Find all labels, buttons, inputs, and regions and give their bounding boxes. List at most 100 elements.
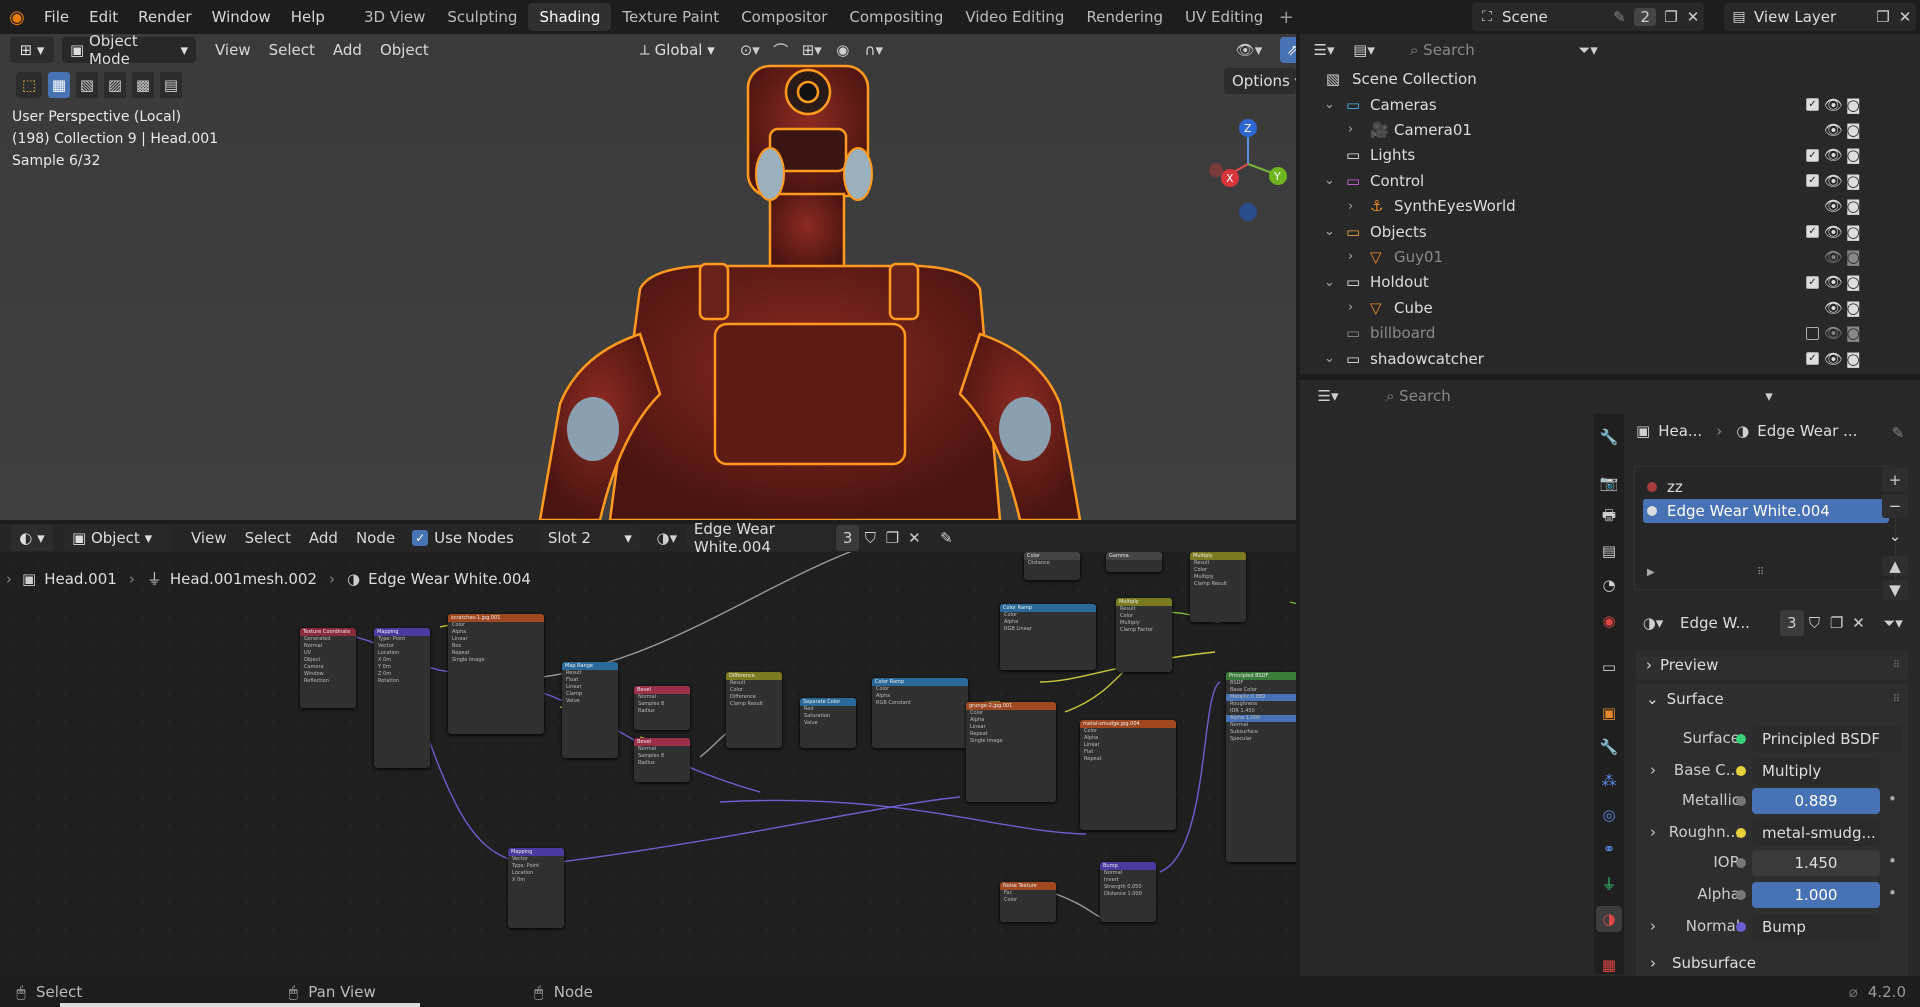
- eye-icon[interactable]: 👁: [1824, 96, 1843, 114]
- node-map-range[interactable]: Map Range Result Float Linear Clamp Value: [562, 662, 618, 758]
- eye-icon[interactable]: 👁: [1824, 324, 1843, 342]
- object-tab-icon[interactable]: ▣: [1596, 700, 1622, 726]
- node-menu-view[interactable]: View: [182, 525, 236, 551]
- delete-scene-icon[interactable]: ✕: [1682, 8, 1704, 26]
- pivot-icon[interactable]: ⊙▾: [732, 41, 768, 59]
- menu-file[interactable]: File: [34, 0, 79, 34]
- node-color-ramp-2[interactable]: Color Ramp Color Alpha RGB Linear: [1000, 604, 1096, 670]
- use-nodes-checkbox[interactable]: ✓: [412, 530, 429, 546]
- menu-render[interactable]: Render: [128, 0, 201, 34]
- material-slot-item[interactable]: zz: [1643, 475, 1889, 499]
- camera-render-icon[interactable]: ◙: [1846, 324, 1861, 342]
- falloff-icon[interactable]: ∩▾: [856, 41, 892, 59]
- tab-compositor[interactable]: Compositor: [730, 3, 838, 31]
- tab-3d-view[interactable]: 3D View: [353, 3, 436, 31]
- delete-view-layer-icon[interactable]: ✕: [1894, 8, 1916, 26]
- node-mapping-2[interactable]: Mapping Vector Type: Point Location X 0m: [508, 848, 564, 928]
- material-users[interactable]: 3: [835, 525, 860, 551]
- node-mapping[interactable]: Mapping Type: Point Vector Location X 0m Y 0m…: [374, 628, 430, 768]
- property-value-field[interactable]: Bump: [1752, 914, 1880, 940]
- node-separate-color[interactable]: Separate Color Red Saturation Value: [800, 698, 856, 748]
- output-tab-icon[interactable]: 🖶: [1596, 504, 1622, 530]
- node-image-grunge[interactable]: grunge-2.jpg.001 Color Alpha Linear Repeat Si…: [966, 702, 1056, 802]
- eye-icon[interactable]: 👁: [1824, 197, 1843, 215]
- new-scene-icon[interactable]: ❐: [1660, 8, 1682, 26]
- outliner-row[interactable]: › ▽ Guy01 👁 ◙: [1300, 244, 1920, 269]
- material-link-filter-icon[interactable]: ⏷▾: [1874, 612, 1912, 634]
- material-name-field[interactable]: Edge Wear White.004: [685, 520, 834, 556]
- render-tab-icon[interactable]: 📷: [1596, 470, 1622, 496]
- property-value-field[interactable]: 1.450: [1752, 850, 1880, 876]
- navigation-gizmo[interactable]: Z Y X: [1200, 84, 1296, 244]
- node-texture-coordinate[interactable]: Texture Coordinate Generated Normal UV Objec…: [300, 628, 356, 708]
- outliner-row[interactable]: ⌄ ▭ Cameras ✓ 👁 ◙: [1300, 92, 1920, 117]
- tab-sculpting[interactable]: Sculpting: [436, 3, 528, 31]
- physics-tab-icon[interactable]: ◎: [1596, 802, 1622, 828]
- outliner-scene-collection[interactable]: ▧ Scene Collection: [1300, 66, 1920, 91]
- node-difference[interactable]: Difference Result Color Difference Clamp Res…: [726, 672, 782, 748]
- resize-grip-icon[interactable]: ⠿: [1757, 567, 1764, 578]
- remove-slot-icon[interactable]: −: [1882, 494, 1908, 518]
- exclude-checkbox[interactable]: ✓: [1806, 148, 1819, 162]
- select-intersect-icon[interactable]: ▤: [160, 72, 182, 98]
- blender-logo-icon[interactable]: ◉: [0, 0, 34, 34]
- duplicate-material-icon[interactable]: ❐: [1826, 614, 1848, 632]
- menu-edit[interactable]: Edit: [79, 0, 128, 34]
- texture-tab-icon[interactable]: ▦: [1596, 952, 1622, 978]
- 3d-viewport[interactable]: ⊞ ▾ ▣ Object Mode ▾ View Select Add Obje…: [0, 34, 1296, 520]
- socket-dot-icon[interactable]: [1736, 734, 1746, 744]
- outliner-row[interactable]: › ▽ Cube 👁 ◙: [1300, 295, 1920, 320]
- display-mode-icon[interactable]: ▤▾: [1344, 41, 1384, 59]
- node-principled-bsdf[interactable]: Principled BSDF BSDF Base Color Metallic 0.…: [1226, 672, 1296, 862]
- snap-target-icon[interactable]: ⊞▾: [794, 41, 830, 59]
- outliner-row[interactable]: › 🎥 Camera01 👁 ◙: [1300, 117, 1920, 142]
- socket-dot-icon[interactable]: [1736, 766, 1746, 776]
- eye-icon[interactable]: 👁: [1824, 299, 1843, 317]
- material-browse-icon[interactable]: ◑▾: [1636, 614, 1670, 632]
- camera-render-icon[interactable]: ◙: [1846, 146, 1861, 164]
- tab-shading[interactable]: Shading: [528, 3, 612, 31]
- particles-tab-icon[interactable]: ⁂: [1596, 768, 1622, 794]
- material-users-badge[interactable]: 3: [1780, 610, 1804, 636]
- outliner-row[interactable]: ⌄ ▭ Objects ✓ 👁 ◙: [1300, 219, 1920, 244]
- camera-render-icon[interactable]: ◙: [1846, 223, 1861, 241]
- world-tab-icon[interactable]: ◉: [1596, 608, 1622, 634]
- outliner-editor-type-icon[interactable]: ☰▾: [1304, 41, 1344, 59]
- node-bevel-1[interactable]: Bevel Normal Samples 8 Radius: [634, 686, 690, 730]
- node-image-metal-smudge[interactable]: metal-smudge.jpg.004 Color Alpha Linear Flat…: [1080, 720, 1176, 830]
- visibility-icon[interactable]: 👁▾: [1232, 37, 1266, 63]
- outliner-row[interactable]: ⌄ ▭ shadowcatcher ✓ 👁 ◙: [1300, 346, 1920, 371]
- viewport-menu-view[interactable]: View: [206, 37, 260, 63]
- add-slot-icon[interactable]: +: [1882, 468, 1908, 492]
- collection-tab-icon[interactable]: ▭: [1596, 654, 1622, 680]
- keyframe-dot-icon[interactable]: •: [1888, 884, 1897, 902]
- node-gamma[interactable]: Gamma: [1106, 552, 1162, 572]
- outliner-row[interactable]: ⌄ ▭ Holdout ✓ 👁 ◙: [1300, 270, 1920, 295]
- tab-uv-editing[interactable]: UV Editing: [1174, 3, 1274, 31]
- outliner-search-field[interactable]: ⌕ Search: [1402, 37, 1544, 63]
- slot-specials-icon[interactable]: ⌄: [1882, 524, 1908, 548]
- slot-select[interactable]: Slot 2 ▾: [539, 525, 640, 551]
- scene-selector[interactable]: ⛶ Scene ✎ 2 ❐ ✕: [1472, 3, 1704, 31]
- property-value-field[interactable]: 1.000: [1752, 882, 1880, 908]
- constraints-tab-icon[interactable]: ⚭: [1596, 836, 1622, 862]
- scene-tab-icon[interactable]: ◔: [1596, 572, 1622, 598]
- outliner-disclosure-icon[interactable]: ›: [1348, 122, 1353, 137]
- expand-chevron-icon[interactable]: ›: [1650, 917, 1656, 935]
- material-browse-icon[interactable]: ◑▾: [650, 529, 684, 547]
- data-tab-icon[interactable]: ⏚: [1596, 870, 1622, 896]
- menu-window[interactable]: Window: [202, 0, 281, 34]
- expand-list-icon[interactable]: ▶: [1647, 567, 1655, 578]
- editor-type-button[interactable]: ⊞ ▾: [10, 37, 54, 63]
- select-tool-icon[interactable]: ⬚: [16, 72, 42, 98]
- socket-dot-icon[interactable]: [1736, 922, 1746, 932]
- socket-dot-icon[interactable]: [1736, 828, 1746, 838]
- eye-icon[interactable]: 👁: [1824, 146, 1843, 164]
- node-color-ramp-1[interactable]: Color Ramp Color Alpha RGB Constant: [872, 678, 968, 748]
- keyframe-dot-icon[interactable]: •: [1888, 790, 1897, 808]
- socket-dot-icon[interactable]: [1736, 796, 1746, 806]
- property-value-field[interactable]: metal-smudg...: [1752, 820, 1880, 846]
- socket-dot-icon[interactable]: [1736, 858, 1746, 868]
- select-extend-icon[interactable]: ▧: [76, 72, 98, 98]
- subsurface-panel-header[interactable]: › Subsurface: [1636, 950, 1908, 976]
